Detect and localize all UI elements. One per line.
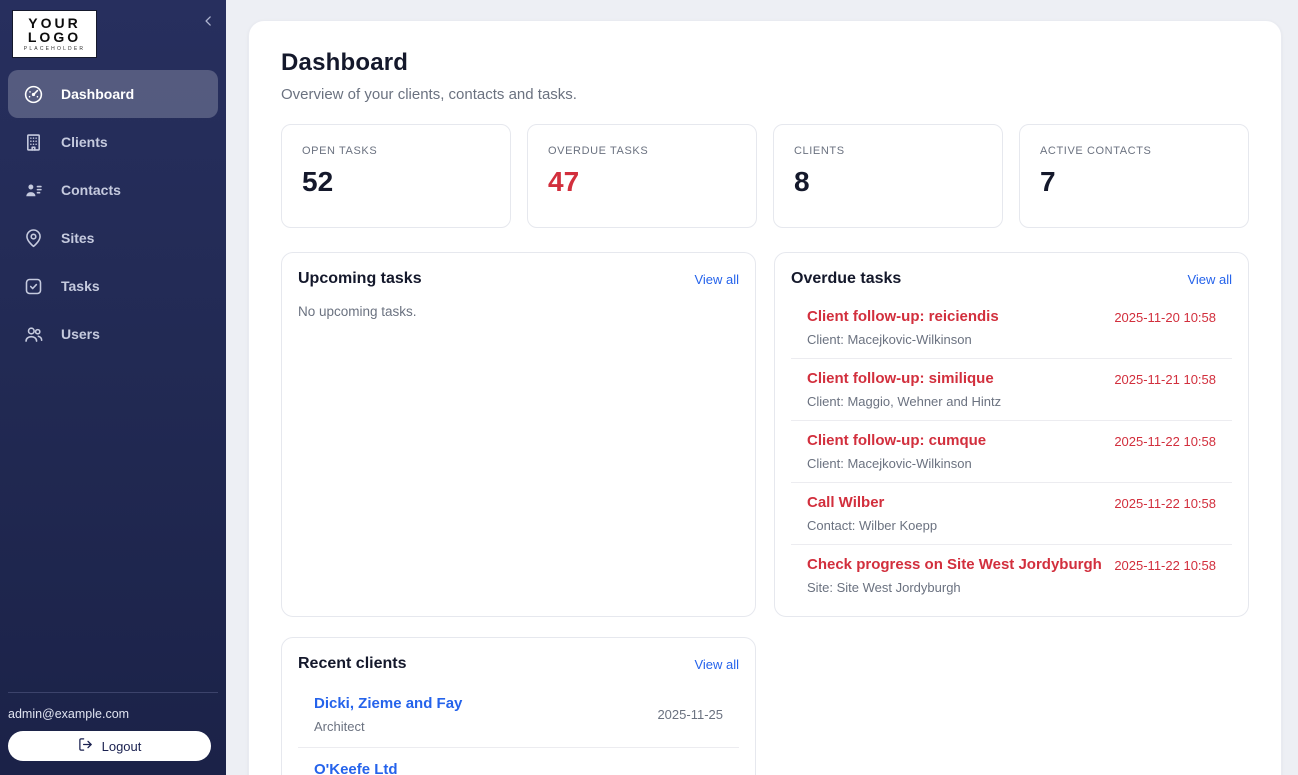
page-title: Dashboard (281, 49, 409, 76)
overdue-task-subtitle: Site: Site West Jordyburgh (807, 580, 961, 595)
upcoming-empty-text: No upcoming tasks. (298, 304, 417, 319)
overdue-task-datetime: 2025-11-22 10:58 (1114, 434, 1216, 449)
logo: YOUR LOGO PLACEHOLDER (12, 10, 97, 58)
sidebar-item-label: Contacts (61, 182, 121, 198)
overdue-task-datetime: 2025-11-20 10:58 (1114, 310, 1216, 325)
upcoming-view-all-link[interactable]: View all (694, 272, 739, 287)
page-subtitle: Overview of your clients, contacts and t… (281, 86, 577, 103)
sidebar-item[interactable]: Tasks (8, 262, 218, 310)
logo-line3: PLACEHOLDER (23, 46, 86, 52)
recent-clients-panel: Recent clients View all Dicki, Zieme and… (281, 637, 756, 775)
log-out-icon (78, 737, 93, 755)
overdue-task-datetime: 2025-11-22 10:58 (1114, 558, 1216, 573)
content-card: Dashboard Overview of your clients, cont… (248, 20, 1282, 775)
stats-row: OPEN TASKS 52 OVERDUE TASKS 47 CLIENTS 8… (281, 124, 1249, 228)
overdue-task-title[interactable]: Client follow-up: cumque (807, 432, 986, 449)
main-area: Dashboard Overview of your clients, cont… (226, 0, 1298, 775)
stat-label: OPEN TASKS (302, 145, 378, 157)
logout-label: Logout (101, 738, 142, 754)
overdue-task-row: Client follow-up: similique 2025-11-21 1… (791, 358, 1232, 420)
overdue-tasks-header: Overdue tasks View all (775, 253, 1248, 297)
sidebar-item[interactable]: Clients (8, 118, 218, 166)
recent-client-name[interactable]: O'Keefe Ltd (314, 761, 398, 775)
panels-grid: Upcoming tasks View all No upcoming task… (281, 252, 1249, 775)
overdue-task-title[interactable]: Client follow-up: reiciendis (807, 308, 999, 325)
logout-button[interactable]: Logout (8, 731, 211, 761)
sidebar-nav: Dashboard Clients Contacts Sites Tasks U… (0, 70, 226, 358)
overdue-task-row: Client follow-up: reiciendis 2025-11-20 … (791, 297, 1232, 358)
sidebar-item[interactable]: Sites (8, 214, 218, 262)
upcoming-tasks-title: Upcoming tasks (298, 270, 422, 287)
stat-label: ACTIVE CONTACTS (1040, 145, 1152, 157)
overdue-view-all-link[interactable]: View all (1187, 272, 1232, 287)
sidebar: YOUR LOGO PLACEHOLDER Dashboard Clients … (0, 0, 226, 775)
overdue-tasks-title: Overdue tasks (791, 270, 902, 287)
stat-value: 52 (302, 166, 334, 197)
recent-clients-title: Recent clients (298, 655, 407, 672)
overdue-task-title[interactable]: Check progress on Site West Jordyburgh (807, 556, 1102, 573)
recent-client-row: Dicki, Zieme and Fay Architect 2025-11-2… (298, 682, 739, 747)
recent-client-name[interactable]: Dicki, Zieme and Fay (314, 695, 462, 712)
stat-card: ACTIVE CONTACTS 7 (1019, 124, 1249, 228)
recent-clients-header: Recent clients View all (282, 638, 755, 682)
sidebar-collapse-button[interactable] (198, 12, 220, 34)
logo-line2: LOGO (27, 29, 82, 45)
stat-value: 47 (548, 166, 580, 197)
stat-label: CLIENTS (794, 145, 845, 157)
stat-card: CLIENTS 8 (773, 124, 1003, 228)
overdue-task-subtitle: Client: Maggio, Wehner and Hintz (807, 394, 1002, 409)
upcoming-tasks-panel: Upcoming tasks View all No upcoming task… (281, 252, 756, 617)
sidebar-item-label: Tasks (61, 278, 100, 294)
recent-clients-view-all-link[interactable]: View all (694, 657, 739, 672)
stat-card: OPEN TASKS 52 (281, 124, 511, 228)
stat-card: OVERDUE TASKS 47 (527, 124, 757, 228)
sidebar-footer: admin@example.com Logout (0, 692, 226, 775)
overdue-task-title[interactable]: Call Wilber (807, 494, 884, 511)
stat-value: 7 (1040, 166, 1056, 197)
chevron-left-icon (202, 14, 216, 33)
overdue-task-datetime: 2025-11-22 10:58 (1114, 496, 1216, 511)
overdue-task-subtitle: Contact: Wilber Koepp (807, 518, 938, 533)
overdue-task-row: Check progress on Site West Jordyburgh 2… (791, 544, 1232, 606)
sidebar-item[interactable]: Contacts (8, 166, 218, 214)
sidebar-item-label: Sites (61, 230, 95, 246)
sidebar-item-label: Clients (61, 134, 108, 150)
recent-clients-list: Dicki, Zieme and Fay Architect 2025-11-2… (282, 682, 755, 775)
sidebar-item-label: Users (61, 326, 100, 342)
recent-client-role: Architect (314, 719, 365, 734)
recent-client-date: 2025-11-25 (657, 707, 723, 722)
sidebar-item[interactable]: Users (8, 310, 218, 358)
logo-line1: YOUR (28, 15, 81, 31)
sidebar-item-label: Dashboard (61, 86, 135, 102)
stat-value: 8 (794, 166, 810, 197)
overdue-task-title[interactable]: Client follow-up: similique (807, 370, 994, 387)
recent-client-row: O'Keefe Ltd (298, 747, 739, 775)
overdue-task-list: Client follow-up: reiciendis 2025-11-20 … (775, 297, 1248, 616)
overdue-tasks-panel: Overdue tasks View all Client follow-up:… (774, 252, 1249, 617)
upcoming-tasks-header: Upcoming tasks View all (282, 253, 755, 297)
overdue-task-row: Client follow-up: cumque 2025-11-22 10:5… (791, 420, 1232, 482)
overdue-task-datetime: 2025-11-21 10:58 (1114, 372, 1216, 387)
overdue-task-subtitle: Client: Macejkovic-Wilkinson (807, 332, 972, 347)
sidebar-item[interactable]: Dashboard (8, 70, 218, 118)
user-email: admin@example.com (8, 707, 130, 721)
overdue-task-row: Call Wilber 2025-11-22 10:58 Contact: Wi… (791, 482, 1232, 544)
overdue-task-subtitle: Client: Macejkovic-Wilkinson (807, 456, 972, 471)
stat-label: OVERDUE TASKS (548, 145, 649, 157)
